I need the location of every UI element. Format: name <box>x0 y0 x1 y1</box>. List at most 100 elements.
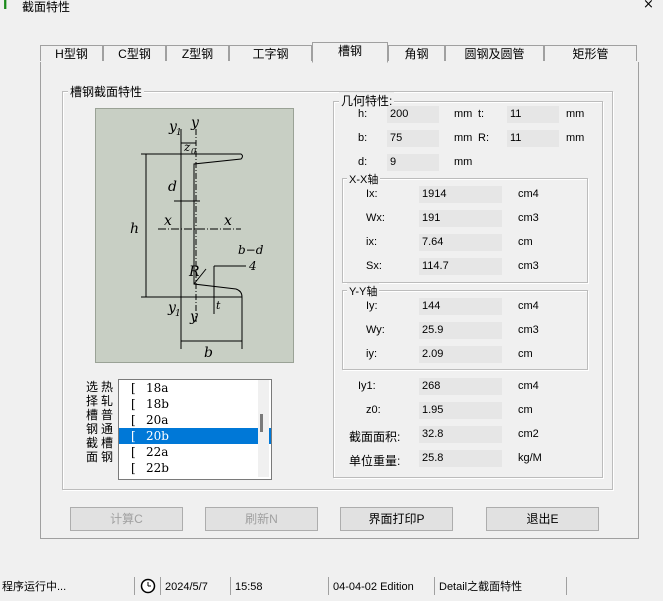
iy-moment-label: Iy: <box>366 300 378 312</box>
sx-field[interactable]: 114.7 <box>419 258 502 275</box>
ix-radius-field[interactable]: 7.64 <box>419 234 502 251</box>
sx-label: Sx: <box>366 260 382 272</box>
ix-radius-unit: cm <box>518 236 533 248</box>
wx-unit: cm3 <box>518 212 539 224</box>
weight-label: 单位重量: <box>349 454 401 468</box>
list-item[interactable]: [22a <box>119 444 271 460</box>
tab-c-steel[interactable]: C型钢 <box>103 45 166 61</box>
diag-h: h <box>130 221 139 237</box>
tab-channel[interactable]: 槽钢 <box>312 42 388 63</box>
r-label: R: <box>478 132 489 144</box>
wy-field[interactable]: 25.9 <box>419 322 502 339</box>
status-edition: 04-04-02 Edition <box>328 577 434 595</box>
wy-unit: cm3 <box>518 324 539 336</box>
t-label: t: <box>478 108 485 120</box>
iy-radius-unit: cm <box>518 348 533 360</box>
selector-label-char: 选 <box>85 380 98 394</box>
weight-unit: kg/M <box>518 452 542 464</box>
b-unit: mm <box>454 132 473 144</box>
h-unit: mm <box>454 108 473 120</box>
tab-round[interactable]: 圆钢及圆管 <box>445 45 544 61</box>
selector-label-char: 热 <box>100 380 113 394</box>
selector-label-char: 槽 <box>85 408 98 422</box>
weight-field[interactable]: 25.8 <box>419 450 502 467</box>
diag-x-left: x <box>164 213 172 229</box>
tab-rect-tube[interactable]: 矩形管 <box>544 45 637 61</box>
list-item-selected[interactable]: [20b <box>119 428 271 444</box>
clock-icon <box>134 577 160 595</box>
selector-label-char: 钢 <box>100 450 113 464</box>
selector-label-char: 轧 <box>100 394 113 408</box>
calc-button[interactable]: 计算C <box>70 507 183 531</box>
t-field[interactable]: 11 <box>507 106 559 123</box>
diag-r: R <box>188 264 200 280</box>
tab-i-beam[interactable]: 工字钢 <box>229 45 312 61</box>
h-field[interactable]: 200 <box>387 106 439 123</box>
wy-label: Wy: <box>366 324 385 336</box>
selector-label-char: 普 <box>100 408 113 422</box>
iy-radius-label: iy: <box>366 348 377 360</box>
status-time: 15:58 <box>230 577 328 595</box>
iy1-label: Iy1: <box>358 380 376 392</box>
z0-field[interactable]: 1.95 <box>419 402 502 419</box>
print-button[interactable]: 界面打印P <box>340 507 453 531</box>
diag-b: b <box>204 345 213 361</box>
status-running: 程序运行中... <box>2 581 67 593</box>
r-field[interactable]: 11 <box>507 130 559 147</box>
diag-y1-bot-sub: 1 <box>175 309 181 319</box>
selector-label-char: 槽 <box>100 436 113 450</box>
window-title: 截面特性 <box>22 0 71 14</box>
selector-label-char: 择 <box>85 394 98 408</box>
iy1-unit: cm4 <box>518 380 539 392</box>
h-label: h: <box>358 108 368 120</box>
iy-radius-field[interactable]: 2.09 <box>419 346 502 363</box>
b-label: b: <box>358 132 368 144</box>
iy-moment-field[interactable]: 144 <box>419 298 502 315</box>
listbox-scroll-thumb[interactable] <box>260 414 263 432</box>
section-listbox[interactable]: [18a [18b [20a [20b [22a [22b <box>118 379 272 480</box>
xx-axis-title: X-X轴 <box>347 171 381 187</box>
status-empty <box>566 577 663 595</box>
channel-diagram-svg: y 1 y z 0 d h x x b−d 4 R y 1 y t b <box>130 115 264 361</box>
list-item[interactable]: [18b <box>119 396 271 412</box>
channel-diagram: y 1 y z 0 d h x x b−d 4 R y 1 y t b <box>95 108 294 363</box>
selector-label-col1: 选 择 槽 钢 截 面 <box>85 380 99 464</box>
exit-button[interactable]: 退出E <box>486 507 599 531</box>
area-field[interactable]: 32.8 <box>419 426 502 443</box>
selector-label-col2: 热 轧 普 通 槽 钢 <box>100 380 114 464</box>
app-icon: I <box>3 0 8 12</box>
area-unit: cm2 <box>518 428 539 440</box>
list-item[interactable]: [18a <box>119 380 271 396</box>
selector-label-char: 通 <box>100 422 113 436</box>
list-item[interactable]: [20a <box>119 412 271 428</box>
selector-label-char: 面 <box>85 450 98 464</box>
wx-field[interactable]: 191 <box>419 210 502 227</box>
d-label: d: <box>358 156 368 168</box>
ix-moment-field[interactable]: 1914 <box>419 186 502 203</box>
sx-unit: cm3 <box>518 260 539 272</box>
status-date: 2024/5/7 <box>160 577 230 595</box>
diag-z0: z <box>183 140 191 154</box>
iy1-field[interactable]: 268 <box>419 378 502 395</box>
d-field[interactable]: 9 <box>387 154 439 171</box>
diag-t: t <box>216 299 221 312</box>
selector-label-char: 钢 <box>85 422 98 436</box>
tab-angle[interactable]: 角钢 <box>388 45 445 61</box>
list-item[interactable]: [22b <box>119 460 271 476</box>
tab-h-steel[interactable]: H型钢 <box>40 45 103 61</box>
refresh-button[interactable]: 刷新N <box>205 507 318 531</box>
diag-y-bot: y <box>189 309 199 325</box>
ix-radius-label: ix: <box>366 236 377 248</box>
t-unit: mm <box>566 108 585 120</box>
selector-label-char: 截 <box>85 436 98 450</box>
yy-axis-title: Y-Y轴 <box>347 283 380 299</box>
diag-y1-top-sub: 1 <box>176 128 182 138</box>
wx-label: Wx: <box>366 212 385 224</box>
diag-d: d <box>168 179 177 195</box>
status-module: Detail之截面特性 <box>434 577 566 595</box>
diag-x-right: x <box>224 213 232 229</box>
close-icon[interactable]: × <box>643 0 654 12</box>
b-field[interactable]: 75 <box>387 130 439 147</box>
tab-z-steel[interactable]: Z型钢 <box>166 45 229 61</box>
diag-z0-sub: 0 <box>191 147 196 156</box>
